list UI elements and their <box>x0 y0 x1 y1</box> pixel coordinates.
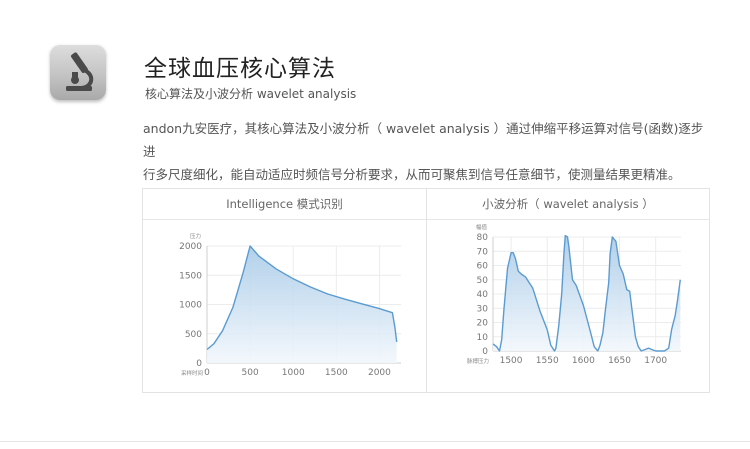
description-line-1: andon九安医疗，其核心算法及小波分析（ wavelet analysis ）… <box>143 121 704 159</box>
x-axis-label: 脉搏压力 <box>467 357 489 365</box>
wavelet-analysis-panel: 小波分析（ wavelet analysis ） 0 10 20 30 40 50 60 70… <box>426 188 710 393</box>
y-tick-label: 60 <box>477 262 489 272</box>
y-tick-label: 80 <box>477 233 489 243</box>
wavelet-chart: 0 10 20 30 40 50 60 70 80 1500 1550 1600 1650 1700 幅值脉… <box>467 223 681 366</box>
x-tick-label: 1600 <box>572 356 595 366</box>
x-tick-label: 500 <box>242 368 259 378</box>
y-tick-label: 500 <box>185 330 202 340</box>
y-tick-label: 10 <box>477 333 489 343</box>
x-tick-label: 1500 <box>325 368 348 378</box>
y-axis-label: 压力 <box>190 232 201 240</box>
x-tick-label: 2000 <box>368 368 391 378</box>
y-tick-label: 20 <box>477 319 489 329</box>
description-line-2: 行多尺度细化，能自动适应时频信号分析要求，从而可聚焦到信号任意细节，使测量结果更… <box>143 167 681 182</box>
y-tick-label: 0 <box>196 359 202 369</box>
y-tick-label: 0 <box>482 347 488 357</box>
y-tick-label: 70 <box>477 247 489 257</box>
x-tick-label: 1650 <box>608 356 631 366</box>
x-tick-label: 1000 <box>282 368 305 378</box>
x-tick-label: 1500 <box>500 356 523 366</box>
x-tick-label: 1550 <box>536 356 559 366</box>
y-tick-label: 2000 <box>179 242 202 252</box>
series-area <box>493 235 681 351</box>
page-subtitle: 核心算法及小波分析 wavelet analysis <box>145 87 357 101</box>
x-tick-label: 0 <box>204 368 210 378</box>
panel-title-intelligence: Intelligence 模式识别 <box>143 189 426 220</box>
y-axis-label: 幅值 <box>476 223 488 231</box>
panel-title-wavelet: 小波分析（ wavelet analysis ） <box>427 189 709 220</box>
pressure-curve-chart: 0 500 1000 1500 2000 0 500 1000 1500 2000 压力采样时间 <box>179 232 401 378</box>
microscope-icon-tile <box>50 44 106 100</box>
y-tick-label: 1000 <box>179 301 202 311</box>
y-tick-label: 1500 <box>179 271 202 281</box>
divider <box>0 441 750 442</box>
y-tick-label: 40 <box>477 290 489 300</box>
page-title: 全球血压核心算法 <box>144 56 336 82</box>
y-tick-label: 30 <box>477 304 489 314</box>
description: andon九安医疗，其核心算法及小波分析（ wavelet analysis ）… <box>143 117 713 186</box>
microscope-icon <box>66 52 94 91</box>
x-tick-label: 1700 <box>644 356 667 366</box>
y-tick-label: 50 <box>477 276 489 286</box>
x-axis-label: 采样时间 <box>181 369 203 377</box>
pattern-recognition-panel: Intelligence 模式识别 0 500 1000 1500 2000 0 500 10… <box>142 188 427 393</box>
